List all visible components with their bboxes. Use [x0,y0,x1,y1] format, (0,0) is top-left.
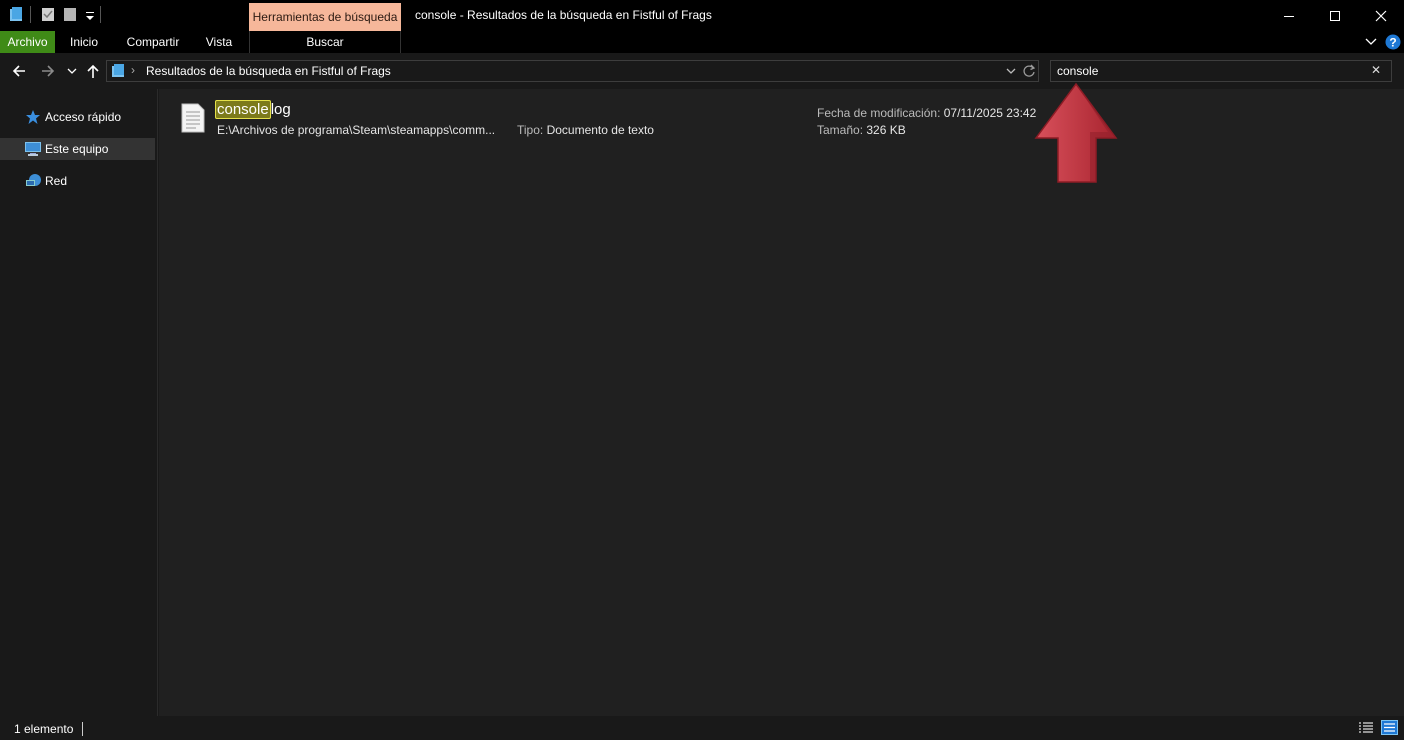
toolbar-divider [100,6,101,23]
tab-compartir[interactable]: Compartir [118,31,188,53]
close-icon [1375,10,1387,21]
tab-inicio[interactable]: Inicio [59,31,109,53]
details-view-icon[interactable] [1358,721,1374,735]
help-icon[interactable]: ? [1385,34,1401,50]
file-name[interactable]: console log [215,100,291,119]
file-type: Tipo: Documento de texto [517,123,654,137]
modified-value: 07/11/2025 23:42 [943,106,1037,120]
customize-toolbar-chevron-icon[interactable] [85,11,95,21]
forward-arrow-icon[interactable] [40,63,56,79]
sidebar-item-red[interactable]: Red [0,170,155,192]
recent-locations-chevron-icon[interactable] [67,66,77,76]
svg-text:?: ? [1389,36,1396,50]
sidebar-item-acceso-rapido[interactable]: Acceso rápido [0,106,155,128]
file-name-rest: log [270,101,291,118]
search-input[interactable]: console [1057,64,1098,78]
maximize-button[interactable] [1312,0,1358,31]
sidebar-item-este-equipo[interactable]: Este equipo [0,138,155,160]
status-divider [82,722,83,736]
size-label: Tamaño: [817,123,864,137]
search-results-pane [159,89,1404,716]
refresh-icon[interactable] [1022,64,1036,78]
maximize-icon [1330,10,1340,21]
sidebar-item-label: Este equipo [45,142,109,156]
type-label: Tipo: [517,123,544,137]
large-icons-view-icon[interactable] [1381,720,1398,735]
list-item[interactable]: console log E:\Archivos de programa\Steam… [175,99,1055,143]
breadcrumb-path[interactable]: Resultados de la búsqueda en Fistful of … [146,64,391,78]
sidebar-item-label: Acceso rápido [45,110,122,124]
new-folder-icon[interactable] [63,6,77,23]
address-history-chevron-icon[interactable] [1006,66,1016,76]
file-path: E:\Archivos de programa\Steam\steamapps\… [217,123,496,137]
type-value: Documento de texto [546,123,654,137]
back-arrow-icon[interactable] [11,63,27,79]
minimize-icon [1284,15,1294,17]
window-title: console - Resultados de la búsqueda en F… [415,8,712,22]
size-value: 326 KB [866,123,906,137]
clear-search-icon[interactable]: ✕ [1371,63,1381,77]
network-icon [26,174,41,186]
file-size: Tamaño: 326 KB [817,123,906,137]
computer-icon [25,142,41,156]
properties-icon[interactable] [41,6,55,23]
search-tools-context-tab[interactable]: Herramientas de búsqueda [249,3,401,31]
item-count: 1 elemento [14,722,74,736]
sidebar-item-label: Red [45,174,68,188]
search-box[interactable] [1050,60,1392,82]
folder-icon[interactable] [8,6,24,23]
text-document-icon [181,103,205,133]
tab-vista[interactable]: Vista [196,31,242,53]
close-button[interactable] [1358,0,1404,31]
annotation-arrow [1034,82,1118,183]
toolbar-divider [30,6,31,23]
minimize-button[interactable] [1266,0,1312,31]
up-arrow-icon[interactable] [85,63,101,79]
file-modified: Fecha de modificación: 07/11/2025 23:42 [817,106,1036,120]
star-icon [26,110,40,124]
search-match-highlight: console [215,100,271,119]
tab-buscar[interactable]: Buscar [290,31,360,53]
breadcrumb-separator[interactable]: › [131,63,135,77]
search-results-folder-icon [112,64,124,77]
tab-archivo[interactable]: Archivo [0,31,55,53]
collapse-ribbon-chevron-icon[interactable] [1364,35,1378,49]
modified-label: Fecha de modificación: [817,106,941,120]
status-bar [0,716,1404,740]
